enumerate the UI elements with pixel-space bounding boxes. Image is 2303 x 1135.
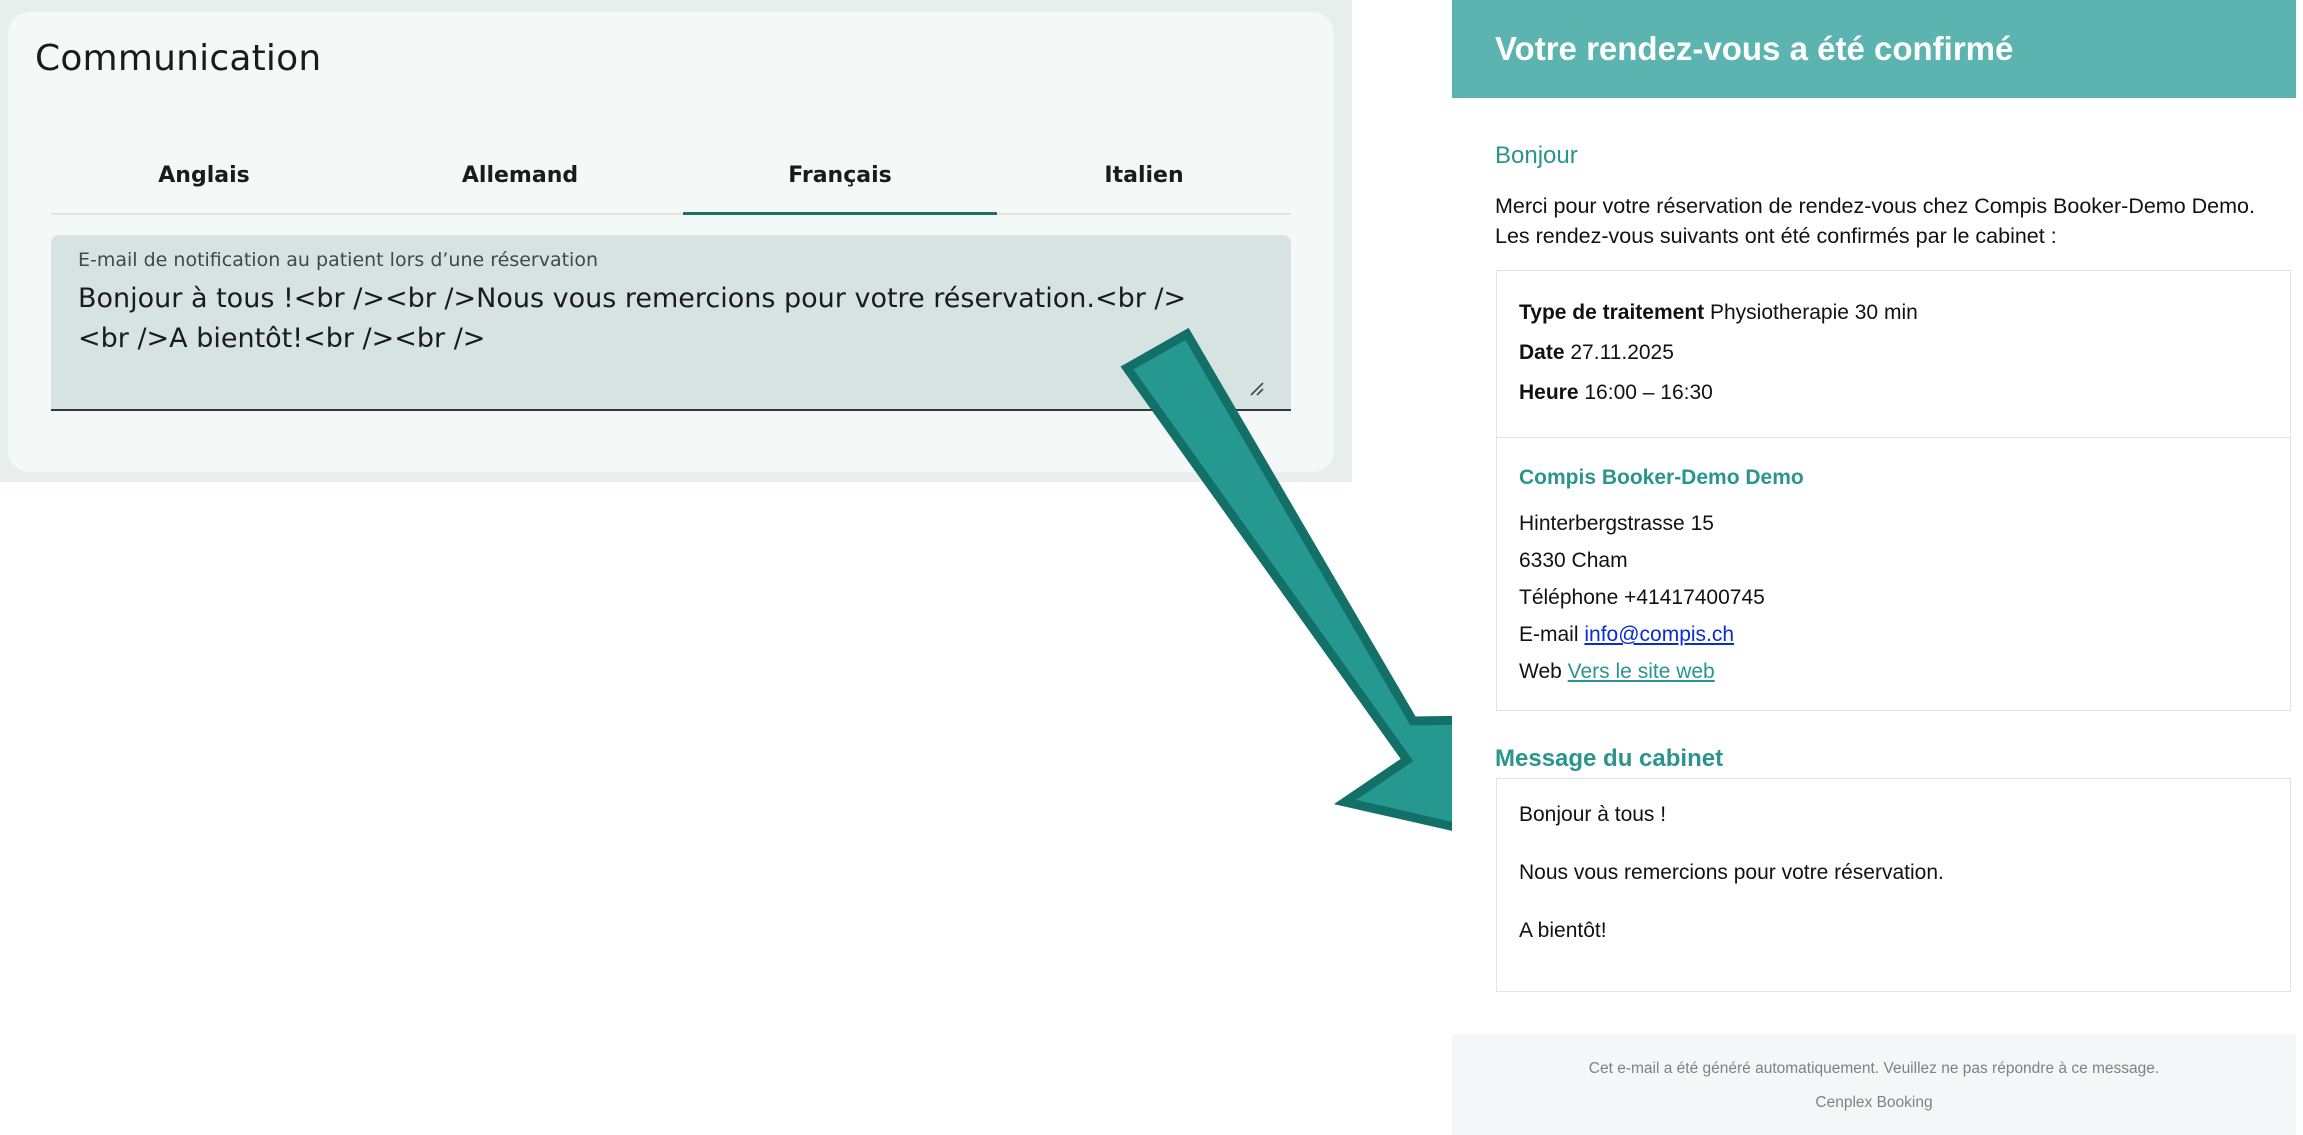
email-label: E-mail: [1519, 623, 1579, 646]
email-header: Votre rendez-vous a été confirmé: [1452, 0, 2296, 98]
date-row: Date 27.11.2025: [1519, 341, 1674, 365]
clinic-phone-row: Téléphone +41417400745: [1519, 586, 1765, 610]
intro-line-1: Merci pour votre réservation de rendez-v…: [1495, 194, 2255, 218]
tab-italien[interactable]: Italien: [997, 137, 1291, 213]
clinic-city: 6330 Cham: [1519, 549, 1628, 572]
notification-email-textarea[interactable]: E-mail de notification au patient lors d…: [51, 235, 1291, 411]
message-line: A bientôt!: [1519, 919, 1607, 942]
treatment-type-value: Physiotherapie 30 min: [1710, 301, 1918, 324]
settings-panel-background: Communication Anglais Allemand Français …: [0, 0, 1352, 482]
treatment-type-row: Type de traitement Physiotherapie 30 min: [1519, 301, 1918, 325]
intro-line-2: Les rendez-vous suivants ont été confirm…: [1495, 224, 2057, 248]
practice-message-title: Message du cabinet: [1495, 745, 1724, 772]
clinic-street: Hinterbergstrasse 15: [1519, 512, 1714, 535]
email-intro: Merci pour votre réservation de rendez-v…: [1495, 191, 2285, 251]
phone-value: +41417400745: [1624, 586, 1765, 609]
time-value: 16:00 – 16:30: [1584, 381, 1713, 404]
email-greeting: Bonjour: [1495, 142, 1578, 169]
web-label: Web: [1519, 660, 1562, 683]
notification-email-value[interactable]: Bonjour à tous !<br /><br />Nous vous re…: [78, 279, 1228, 359]
clinic-web-row: Web Vers le site web: [1519, 660, 1715, 684]
language-tabs: Anglais Allemand Français Italien: [51, 137, 1291, 215]
notification-email-label: E-mail de notification au patient lors d…: [78, 249, 598, 271]
tab-allemand[interactable]: Allemand: [357, 137, 683, 213]
date-label: Date: [1519, 341, 1565, 364]
clinic-info-box: Compis Booker-Demo Demo Hinterbergstrass…: [1496, 437, 2291, 711]
time-row: Heure 16:00 – 16:30: [1519, 381, 1713, 405]
communication-card: Communication Anglais Allemand Français …: [8, 12, 1334, 472]
message-line: Bonjour à tous !: [1519, 803, 1667, 826]
time-label: Heure: [1519, 381, 1579, 404]
footer-disclaimer: Cet e-mail a été généré automatiquement.…: [1588, 1060, 2160, 1077]
website-link[interactable]: Vers le site web: [1568, 660, 1715, 683]
date-value: 27.11.2025: [1570, 341, 1674, 364]
resize-handle-icon[interactable]: [1249, 381, 1265, 397]
clinic-email-row: E-mail info@compis.ch: [1519, 623, 1734, 647]
tab-francais[interactable]: Français: [683, 137, 997, 215]
email-footer: Cet e-mail a été généré automatiquement.…: [1452, 1034, 2296, 1135]
message-line: Nous vous remercions pour votre réservat…: [1519, 861, 1944, 884]
email-preview: Votre rendez-vous a été confirmé Bonjour…: [1452, 0, 2296, 1135]
practice-message-box: Bonjour à tous ! Nous vous remercions po…: [1496, 778, 2291, 992]
clinic-email-link[interactable]: info@compis.ch: [1584, 623, 1734, 646]
footer-brand: Cenplex Booking: [1815, 1094, 1933, 1111]
clinic-name: Compis Booker-Demo Demo: [1519, 466, 1804, 489]
phone-label: Téléphone: [1519, 586, 1619, 609]
appointment-details-box: Type de traitement Physiotherapie 30 min…: [1496, 270, 2291, 438]
treatment-type-label: Type de traitement: [1519, 301, 1705, 324]
tab-anglais[interactable]: Anglais: [51, 137, 357, 213]
section-title: Communication: [35, 38, 322, 79]
